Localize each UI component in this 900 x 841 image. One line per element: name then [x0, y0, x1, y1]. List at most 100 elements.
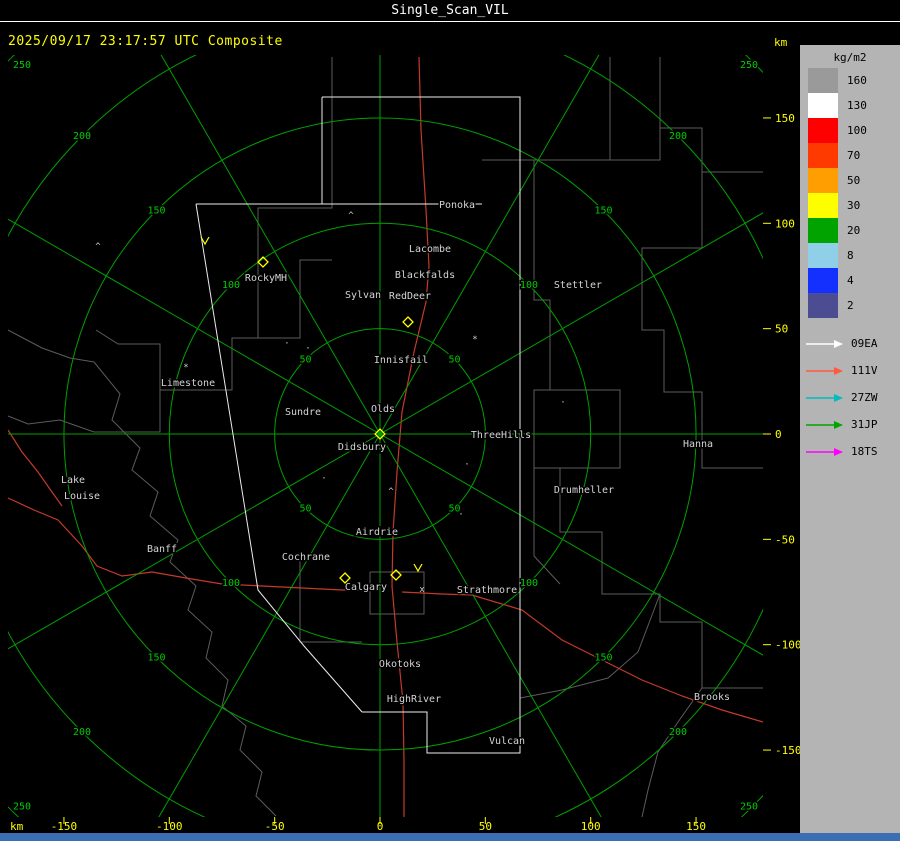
- county-boundary: [8, 329, 95, 363]
- city-labels: Ponoka Lacombe Blackfalds Sylvan RedDeer Stet…: [59, 199, 731, 749]
- colorbar-entry: 160: [800, 68, 900, 93]
- range-label: 50: [299, 503, 311, 514]
- county-boundary: [257, 57, 333, 339]
- radar-legend-row: 111V: [800, 357, 900, 384]
- colorbar-value: 100: [847, 124, 867, 137]
- map-point-markers: ^ ^ * * · · · · · · ^ x: [95, 211, 565, 595]
- range-label: 200: [73, 727, 91, 738]
- arrow-icon: [806, 420, 843, 429]
- city-label: Innisfail: [374, 355, 428, 366]
- county-boundary: [8, 337, 258, 433]
- range-label: 200: [73, 131, 91, 142]
- poi-marker: *: [472, 335, 477, 345]
- county-boundary: [299, 560, 362, 643]
- colorbar-entry: 130: [800, 93, 900, 118]
- colorbar-value: 2: [847, 299, 854, 312]
- scan-area-boundary: [322, 96, 521, 754]
- city-label: Brooks: [694, 692, 730, 703]
- colorbar-entry: 50: [800, 168, 900, 193]
- poi-marker: ^: [95, 242, 101, 252]
- county-boundary: [641, 172, 763, 469]
- radar-legend-row: 27ZW: [800, 384, 900, 411]
- range-label: 200: [669, 727, 687, 738]
- poi-marker: ·: [284, 339, 289, 349]
- colorbar-swatch: [808, 268, 838, 293]
- city-label: Limestone: [161, 378, 215, 389]
- poi-marker: *: [183, 363, 188, 373]
- arrow-icon: [806, 339, 843, 348]
- radar-legend-row: 09EA: [800, 330, 900, 357]
- colorbar-swatch: [808, 118, 838, 143]
- wind-arrow-marker: [413, 563, 423, 573]
- colorbar-entry: 20: [800, 218, 900, 243]
- colorbar-value: 8: [847, 249, 854, 262]
- y-axis-tick-label: 50: [775, 323, 788, 336]
- y-axis-tick-label: -50: [775, 533, 795, 546]
- arrow-icon: [806, 393, 843, 402]
- legend-panel: kg/m2 160 130 100 70 50 30 20 8 4 2 09EA 111V 27ZW 3…: [800, 45, 900, 833]
- city-label: Ponoka: [439, 200, 475, 211]
- x-axis-tick-label: 150: [686, 820, 706, 833]
- city-label: Vulcan: [489, 736, 525, 747]
- range-label: 150: [594, 652, 612, 663]
- city-label: Calgary: [345, 582, 387, 593]
- radar-id-label: 09EA: [851, 337, 878, 350]
- x-axis-tick-label: 0: [377, 820, 384, 833]
- range-label: 250: [740, 801, 758, 812]
- range-label: 100: [222, 578, 240, 589]
- city-label: Airdrie: [356, 527, 398, 538]
- city-label: RedDeer: [389, 291, 431, 302]
- colorbar-value: 70: [847, 149, 861, 162]
- y-axis-tick-label: 0: [775, 428, 782, 441]
- poi-marker: ^: [348, 211, 354, 221]
- city-label: RockyMH: [245, 273, 287, 284]
- arrow-head: [834, 420, 843, 429]
- colorbar-value: 30: [847, 199, 861, 212]
- radar-legend-row: 18TS: [800, 438, 900, 465]
- colorbar-value: 160: [847, 74, 867, 87]
- range-label: 100: [520, 578, 538, 589]
- y-axis-tick-label: 150: [775, 112, 795, 125]
- range-label: 100: [520, 280, 538, 291]
- taskbar[interactable]: [0, 833, 900, 841]
- arrow-head: [834, 447, 843, 456]
- x-axis-tick-label: -50: [265, 820, 285, 833]
- colorbar-entry: 70: [800, 143, 900, 168]
- x-axis-tick-label: 100: [581, 820, 601, 833]
- radar-id-label: 111V: [851, 364, 878, 377]
- colorbar-value: 4: [847, 274, 854, 287]
- radar-id-label: 18TS: [851, 445, 878, 458]
- range-label: 250: [13, 801, 31, 812]
- city-label: Stettler: [554, 280, 602, 291]
- colorbar-entry: 8: [800, 243, 900, 268]
- y-axis-tick-label: -100: [775, 639, 802, 652]
- range-ring-labels: 5050505010010010010015015015015020020020…: [11, 59, 759, 814]
- colorbar-value: 20: [847, 224, 861, 237]
- range-label: 50: [299, 355, 311, 366]
- range-label: 250: [13, 60, 31, 71]
- range-label: 250: [740, 60, 758, 71]
- range-rings: [8, 55, 763, 817]
- city-label: Drumheller: [554, 485, 614, 496]
- colorbar-unit: kg/m2: [833, 51, 867, 64]
- radar-map-display[interactable]: 5050505010010010010015015015015020020020…: [0, 0, 900, 841]
- city-label: Blackfalds: [395, 270, 455, 281]
- y-axis-tick-label: -150: [775, 744, 802, 757]
- colorbar-entry: 30: [800, 193, 900, 218]
- range-label: 150: [147, 652, 165, 663]
- highway-line: [8, 497, 376, 591]
- city-label: Lacombe: [409, 244, 451, 255]
- radar-site-marker: [402, 316, 414, 328]
- x-axis-tick-label: 50: [479, 820, 492, 833]
- colorbar-swatch: [808, 143, 838, 168]
- radar-app-window: Single_Scan_VIL 2025/09/17 23:17:57 UTC …: [0, 0, 900, 841]
- city-label: Olds: [371, 404, 395, 415]
- county-boundary: [533, 57, 611, 585]
- arrow-head: [834, 393, 843, 402]
- arrow-head: [834, 339, 843, 348]
- poi-marker: ·: [464, 460, 469, 470]
- poi-marker: ^: [388, 487, 394, 497]
- colorbar-swatch: [808, 218, 838, 243]
- colorbar-entry: 100: [800, 118, 900, 143]
- poi-marker: ·: [560, 398, 565, 408]
